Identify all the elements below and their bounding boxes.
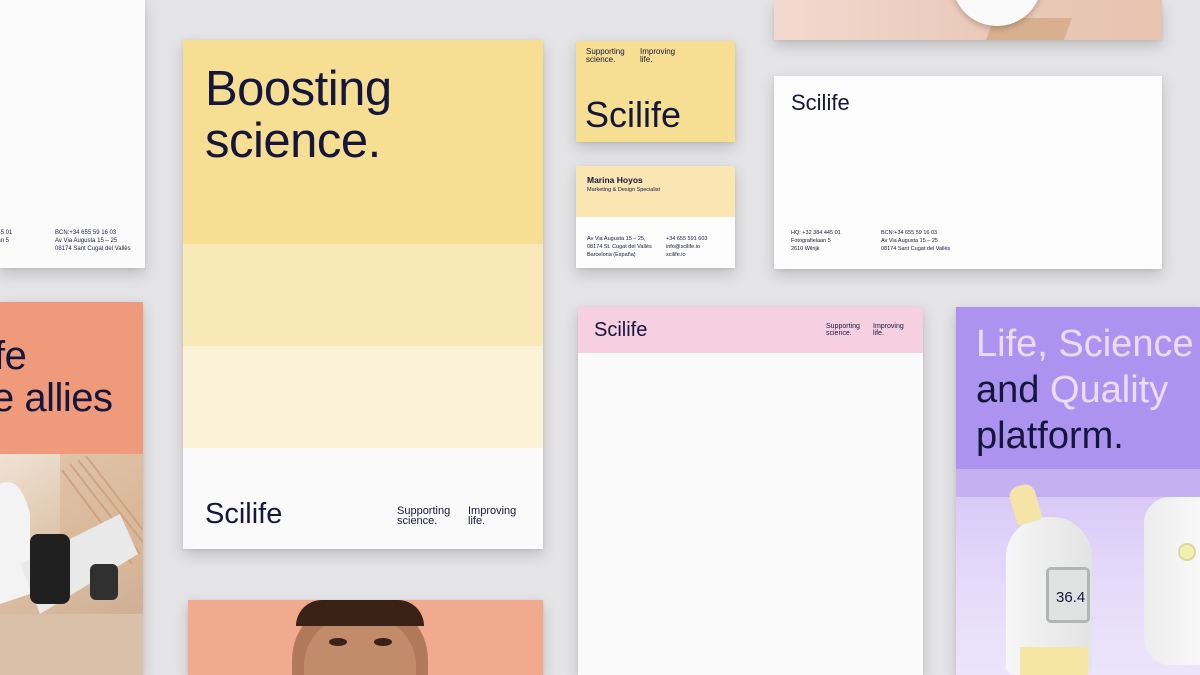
tagline-line: Supporting [826,323,860,330]
address-line: HQ: +32 384 445 01 [791,230,841,236]
peach-portrait-card [188,600,543,675]
card-phone: +34 655 591 603 [666,236,708,242]
scilife-logo: Scilife [585,94,682,135]
card-holder-role: Marketing & Design Specialist [587,187,661,193]
tagline-supporting: Supporting science. [397,506,450,527]
headline-line2: and Quality [976,367,1194,413]
scilife-logo: Scilife [791,90,850,115]
headline-line1: Boosting [205,62,392,116]
device-photo [0,454,143,675]
medical-device-illustration [0,454,143,675]
card-website: scilife.io [666,252,686,258]
envelope: Scilife HQ: +32 384 445 01 Fotografielaa… [774,76,1162,269]
business-card-front: Supporting science. Improving life. Scil… [576,41,735,142]
address-line: 2610 Wilrijk [791,246,820,252]
tagline-line: science. [397,515,438,527]
envelope-hq-address: HQ: +32 384 445 01 Fotografielaan 5 2610… [791,229,841,253]
portrait-eye-left [329,638,347,646]
product-photo-top [774,0,1162,40]
purple-poster-headline: Life, Science and Quality platform. [976,321,1194,459]
thermometer-yellow-band [1020,647,1088,675]
headline-line2: science. [205,114,381,168]
contact-line: 08174 Sant Cugat del Vallès [55,246,131,252]
word-science: Science [1058,323,1194,365]
card-address: Av Via Augusta 15 – 25, 08174 St. Cugat … [587,235,652,259]
portrait-eye-right [374,638,392,646]
tagline-line: science. [826,330,852,337]
letterhead-tagline-improving: Improving life. [873,323,904,337]
tagline-line: Improving [873,323,904,330]
yellow-poster: Boosting science. Scilife Supporting sci… [183,40,543,549]
thermometer-button [1178,543,1196,561]
card-contact: +34 655 591 603 info@scilife.io scilife.… [666,235,707,259]
orange-poster: fe e allies [0,302,143,675]
letterhead-tagline-supporting: Supporting science. [826,323,860,337]
poster-text-line1: fe [0,334,27,378]
card-holder-name: Marina Hoyos [587,175,643,185]
address-line: Barcelona (España) [587,252,636,258]
photo-top-strip [956,469,1200,497]
yellow-band-3 [183,346,543,448]
poster-text-line2: e allies [0,376,113,420]
envelope-bcn-address: BCN:+34 655 59 16 03 Av Via Augusta 15 –… [881,229,950,253]
business-card-back: Marina Hoyos Marketing & Design Speciali… [576,166,735,268]
poster-headline: Boosting science. [205,63,392,167]
thermometer-photo: 36.4 [956,469,1200,675]
portrait-hair [296,600,424,626]
card-email: info@scilife.io [666,244,701,250]
tagline-improving: Improving life. [468,506,516,527]
second-thermometer [1144,497,1200,665]
scilife-logo: Scilife [594,319,648,341]
scilife-logo: Scilife [205,498,283,530]
address-line: BCN:+34 655 59 16 03 [881,230,938,236]
address-line: Av Via Augusta 15 – 25, [587,236,646,242]
headline-line1: Life, Science [976,321,1194,367]
address-line: Fotografielaan 5 [791,238,831,244]
partial-letterhead: 445 01 aan 5 BCN:+34 655 59 16 03 Av Via… [0,0,145,268]
card-tagline-supporting: Supporting science. [586,48,625,64]
tagline-line: science. [586,55,616,64]
tagline-line: life. [640,55,653,64]
thermometer-reading: 36.4 [1056,589,1086,606]
yellow-band-2 [183,244,543,346]
letterhead-contact-col1: 445 01 aan 5 [0,229,12,245]
contact-line: BCN:+34 655 59 16 03 [55,230,117,236]
address-line: Av Via Augusta 15 – 25 [881,238,938,244]
pink-letterhead: Scilife Supporting science. Improving li… [578,307,923,675]
letterhead-contact-col2: BCN:+34 655 59 16 03 Av Via Augusta 15 –… [55,229,131,253]
word-and: and [976,369,1040,411]
contact-line: Av Via Augusta 15 – 25 [55,238,118,244]
word-life: Life, [976,323,1048,365]
card-tagline-improving: Improving life. [640,48,675,64]
contact-line: 445 01 [0,230,13,236]
purple-poster: Life, Science and Quality platform. 36.4 [956,307,1200,675]
headline-line3: platform. [976,415,1124,457]
tagline-line: life. [873,330,884,337]
tagline-line: life. [468,515,486,527]
contact-line: aan 5 [0,238,10,244]
address-line: 08174 Sant Cugat del Vallès [881,246,951,252]
address-line: 08174 St. Cugat del Vallès [587,244,652,250]
word-quality: Quality [1049,369,1169,411]
